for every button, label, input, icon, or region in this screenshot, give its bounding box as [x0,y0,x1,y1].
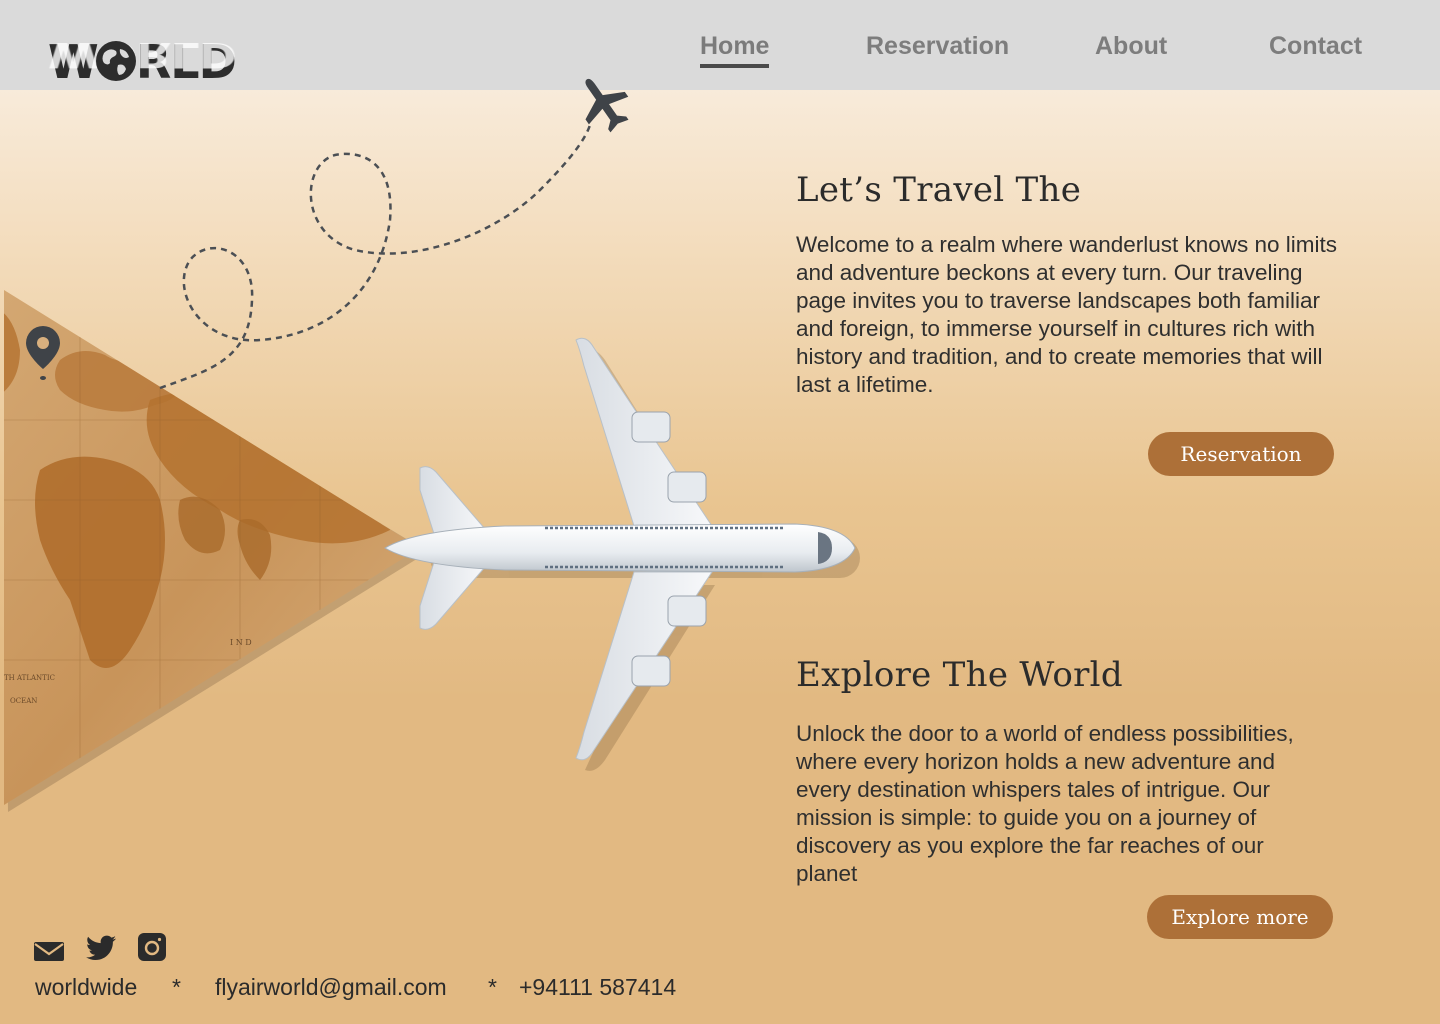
nav-home[interactable]: Home [700,30,770,68]
mail-icon[interactable] [34,940,64,962]
map-label-ocean: OCEAN [10,697,37,705]
hero-illustration: I N D TH ATLANTIC OCEAN [4,78,860,812]
explore-title: Explore The World [796,655,1123,695]
reservation-button[interactable]: Reservation [1148,432,1334,476]
explore-more-button[interactable]: Explore more [1147,895,1333,939]
explore-description: Unlock the door to a world of endless po… [796,721,1294,886]
flight-path [159,124,592,390]
map-label-ind: I N D [230,638,252,647]
small-plane-icon [585,78,629,133]
footer-handle: worldwide [35,974,138,1000]
nav-reservation-label: Reservation [866,32,1010,60]
world-map-triangle: I N D TH ATLANTIC OCEAN [4,290,420,805]
footer-separator: * [488,974,497,1000]
instagram-icon[interactable] [138,933,166,961]
airplane-illustration [384,337,860,771]
nav-about[interactable]: About [1095,30,1167,62]
hero-title: Let’s Travel The [796,170,1082,210]
nav-contact-label: Contact [1269,32,1363,60]
footer-separator: * [172,974,181,1000]
footer-phone-link[interactable]: +94111 587414 [519,974,676,1001]
nav-about-label: About [1095,32,1168,60]
hero-description: Welcome to a realm where wanderlust know… [796,232,1338,397]
map-label-atlantic: TH ATLANTIC [4,674,55,682]
nav-contact[interactable]: Contact [1269,30,1362,62]
nav-home-label: Home [700,32,770,60]
twitter-icon[interactable] [86,935,116,961]
footer-email-link[interactable]: flyairworld@gmail.com [215,974,447,1001]
nav-reservation[interactable]: Reservation [866,30,1009,62]
